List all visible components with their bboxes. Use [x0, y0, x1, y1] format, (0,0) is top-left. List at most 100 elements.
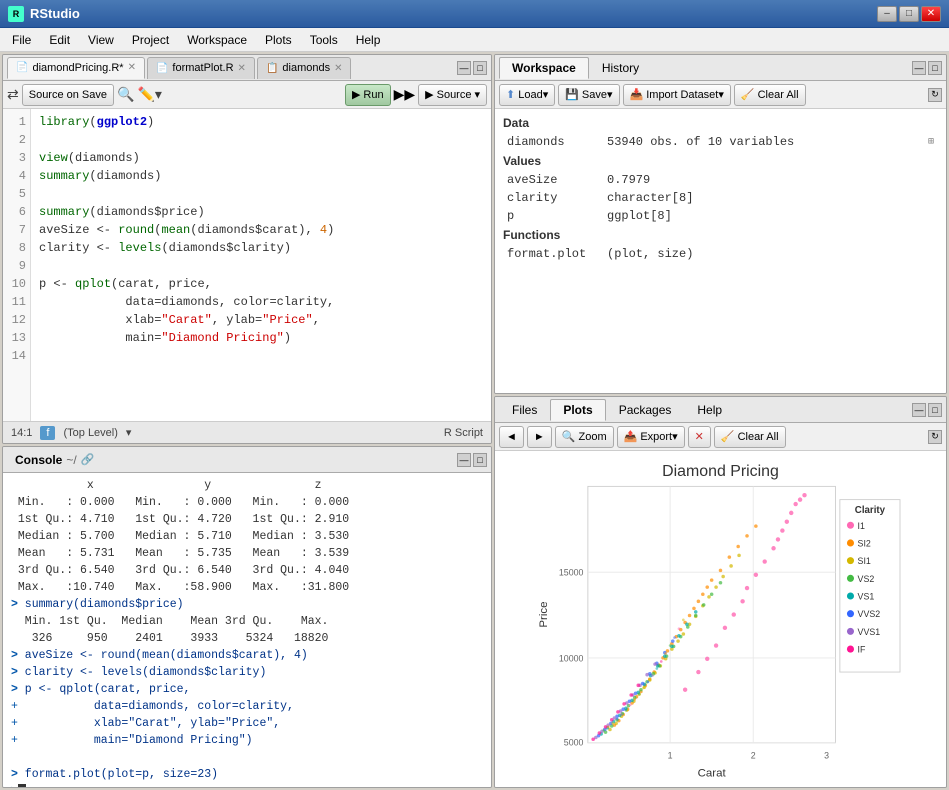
tab-diamond-pricing[interactable]: 📄 diamondPricing.R* ✕ — [7, 57, 145, 79]
plots-maximize[interactable]: □ — [928, 403, 942, 417]
console-output[interactable]: x y z Min. : 0.000 Min. : 0.000 Min. : 0… — [3, 473, 491, 787]
editor-panel: 📄 diamondPricing.R* ✕ 📄 formatPlot.R ✕ 📋… — [2, 54, 492, 444]
zoom-btn[interactable]: 🔍 Zoom — [555, 426, 614, 448]
tab-close-2[interactable]: ✕ — [238, 63, 246, 74]
left-panel: 📄 diamondPricing.R* ✕ 📄 formatPlot.R ✕ 📋… — [2, 54, 492, 788]
editor-maximize[interactable]: □ — [473, 61, 487, 75]
workspace-item-clarity[interactable]: clarity character[8] — [499, 189, 942, 207]
source-label: Source — [437, 89, 472, 101]
menu-file[interactable]: File — [4, 31, 39, 49]
tab-close[interactable]: ✕ — [128, 62, 136, 73]
item-name: clarity — [507, 191, 607, 205]
code-editor[interactable]: 12345 678910 11121314 library(ggplot2) v… — [3, 109, 491, 421]
save-label: Save▾ — [582, 88, 613, 101]
workspace-item-diamonds[interactable]: diamonds 53940 obs. of 10 variables ⊞ — [499, 133, 942, 151]
menu-tools[interactable]: Tools — [302, 31, 346, 49]
console-path: ~/ — [66, 453, 76, 467]
run-btn[interactable]: ▶ Run — [345, 84, 391, 106]
workspace-refresh[interactable]: ↻ — [928, 88, 942, 102]
menu-workspace[interactable]: Workspace — [179, 31, 255, 49]
svg-text:5000: 5000 — [564, 737, 584, 747]
search-icon: 🔍 — [117, 86, 134, 103]
tab-diamonds[interactable]: 📋 diamonds ✕ — [257, 57, 352, 79]
console-row: + xlab="Carat", ylab="Price", — [11, 715, 483, 732]
workspace-item-format-plot[interactable]: format.plot (plot, size) — [499, 245, 942, 263]
console-minimize[interactable]: — — [457, 453, 471, 467]
scope-dropdown[interactable]: ▾ — [126, 426, 132, 439]
svg-text:SI1: SI1 — [858, 556, 871, 566]
plots-panel: Files Plots Packages Help — □ ◄ ► 🔍 Zoom — [494, 396, 947, 788]
console-row: + data=diamonds, color=clarity, — [11, 698, 483, 715]
menu-view[interactable]: View — [80, 31, 122, 49]
files-tab-bar: Files Plots Packages Help — □ — [495, 397, 946, 423]
console-path-icon[interactable]: 🔗 — [81, 453, 95, 466]
wand-icon: ✏️▾ — [137, 86, 161, 103]
back-btn[interactable]: ◄ — [499, 426, 524, 448]
plots-refresh[interactable]: ↻ — [928, 430, 942, 444]
workspace-minimize[interactable]: — — [912, 61, 926, 75]
functions-section-header: Functions — [499, 225, 942, 245]
editor-minimize[interactable]: — — [457, 61, 471, 75]
close-button[interactable]: ✕ — [921, 6, 941, 22]
workspace-item-p[interactable]: p ggplot[8] — [499, 207, 942, 225]
export-icon: 📤 — [624, 430, 638, 443]
zoom-icon: 🔍 — [562, 430, 576, 443]
file-icon-2: 📄 — [156, 63, 168, 74]
import-dataset-btn[interactable]: 📥 Import Dataset▾ — [623, 84, 731, 106]
item-value: ggplot[8] — [607, 209, 934, 223]
import-label: Import Dataset▾ — [646, 88, 724, 101]
console-tab-bar: Console ~/ 🔗 — □ — [3, 447, 491, 473]
load-btn[interactable]: ⬆ Load▾ — [499, 84, 555, 106]
source-on-save-label: Source on Save — [29, 89, 107, 101]
remove-plot-btn[interactable]: ✕ — [688, 426, 711, 448]
tab-history[interactable]: History — [589, 57, 652, 79]
export-label: Export▾ — [640, 430, 677, 443]
tab-files[interactable]: Files — [499, 399, 550, 421]
svg-text:SI2: SI2 — [858, 538, 871, 548]
nav-icon: ⇄ — [7, 86, 19, 103]
tab-packages[interactable]: Packages — [606, 399, 685, 421]
tab-format-plot[interactable]: 📄 formatPlot.R ✕ — [147, 57, 255, 79]
source-btn[interactable]: ▶ Source ▾ — [418, 84, 487, 106]
grid-icon[interactable]: ⊞ — [928, 136, 934, 148]
code-content[interactable]: library(ggplot2) view(diamonds) summary(… — [31, 109, 491, 421]
run-next-icon: ▶▶ — [394, 86, 416, 103]
data-section-header: Data — [499, 113, 942, 133]
clear-all-plots-btn[interactable]: 🧹 Clear All — [714, 426, 786, 448]
workspace-content: Data diamonds 53940 obs. of 10 variables… — [495, 109, 946, 393]
editor-tab-bar: 📄 diamondPricing.R* ✕ 📄 formatPlot.R ✕ 📋… — [3, 55, 491, 81]
svg-text:1: 1 — [668, 751, 673, 761]
source-dropdown-icon: ▾ — [474, 88, 480, 101]
item-name: p — [507, 209, 607, 223]
svg-text:I1: I1 — [858, 521, 865, 531]
console-maximize[interactable]: □ — [473, 453, 487, 467]
tab-plots[interactable]: Plots — [550, 399, 605, 421]
tab-close-3[interactable]: ✕ — [334, 63, 342, 74]
item-value: character[8] — [607, 191, 934, 205]
workspace-toolbar: ⬆ Load▾ 💾 Save▾ 📥 Import Dataset▾ 🧹 Clea… — [495, 81, 946, 109]
clear-all-btn[interactable]: 🧹 Clear All — [734, 84, 806, 106]
console-row: x y z — [11, 477, 483, 494]
tab-help[interactable]: Help — [684, 399, 735, 421]
scatter-plot: Diamond Pricing 15000 10000 5000 1 2 — [495, 451, 946, 787]
save-icon: 💾 — [565, 88, 579, 101]
workspace-maximize[interactable]: □ — [928, 61, 942, 75]
menu-help[interactable]: Help — [348, 31, 389, 49]
tab-workspace[interactable]: Workspace — [499, 57, 589, 79]
plots-minimize[interactable]: — — [912, 403, 926, 417]
console-title: Console ~/ 🔗 — [7, 453, 102, 467]
menu-plots[interactable]: Plots — [257, 31, 300, 49]
minimize-button[interactable]: – — [877, 6, 897, 22]
file-icon: 📄 — [16, 62, 28, 73]
menu-project[interactable]: Project — [124, 31, 177, 49]
forward-btn[interactable]: ► — [527, 426, 552, 448]
workspace-item-avesize[interactable]: aveSize 0.7979 — [499, 171, 942, 189]
export-btn[interactable]: 📤 Export▾ — [617, 426, 685, 448]
menu-edit[interactable]: Edit — [41, 31, 78, 49]
console-row: > — [11, 783, 483, 787]
load-icon: ⬆ — [506, 88, 515, 101]
source-on-save-btn[interactable]: Source on Save — [22, 84, 114, 106]
console-row: Min. : 0.000 Min. : 0.000 Min. : 0.000 — [11, 494, 483, 511]
save-btn[interactable]: 💾 Save▾ — [558, 84, 619, 106]
maximize-button[interactable]: □ — [899, 6, 919, 22]
